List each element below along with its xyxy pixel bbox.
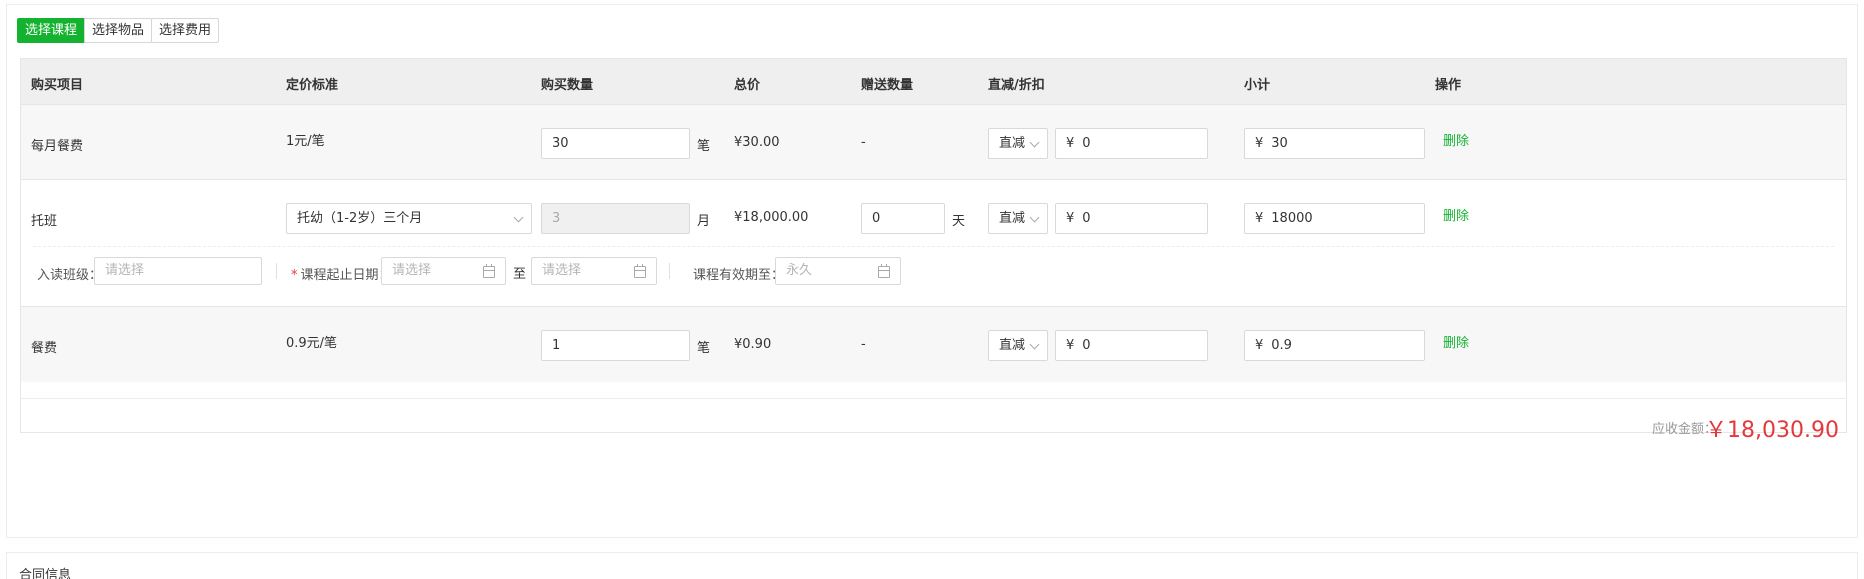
row-total: ¥18,000.00 — [734, 210, 809, 225]
quantity-input[interactable]: 30 — [541, 128, 690, 159]
delete-link[interactable]: 删除 — [1443, 130, 1469, 149]
select-course-button[interactable]: 选择课程 — [17, 18, 86, 43]
chevron-down-icon — [1029, 137, 1040, 148]
header-action: 操作 — [1435, 78, 1462, 93]
quantity-unit: 笔 — [697, 139, 711, 154]
row-divider — [33, 246, 1834, 247]
end-date-input[interactable]: 请选择 — [531, 257, 657, 285]
row-total: ¥30.00 — [734, 135, 780, 150]
start-date-input[interactable]: 请选择 — [381, 257, 506, 285]
summary-divider — [20, 398, 1847, 399]
discount-value-input[interactable]: ¥0 — [1055, 330, 1208, 361]
row-item-name: 每月餐费 — [31, 139, 84, 154]
date-range-label: * 课程起止日期： — [291, 268, 392, 283]
row-gift: - — [861, 337, 866, 352]
calendar-icon — [634, 264, 646, 278]
price-standard-select[interactable]: 托幼（1-2岁）三个月 — [286, 203, 532, 234]
gift-quantity-input[interactable]: 0 — [861, 203, 945, 234]
calendar-icon — [878, 264, 890, 278]
subtotal-input[interactable]: ¥18000 — [1244, 203, 1425, 234]
class-label: 入读班级： — [37, 268, 103, 283]
valid-until-label: 课程有效期至： — [693, 268, 785, 283]
chevron-down-icon — [513, 212, 524, 223]
discount-type-select[interactable]: 直减 — [988, 128, 1048, 159]
chevron-down-icon — [1029, 212, 1040, 223]
table-header: 购买项目 定价标准 购买数量 总价 赠送数量 直减/折扣 小计 操作 — [21, 59, 1846, 105]
table-row: 餐费 0.9元/笔 1 笔 ¥0.90 - 直减 ¥0 ¥0.9 删除 — [21, 307, 1846, 382]
header-discount: 直减/折扣 — [988, 78, 1045, 93]
select-item-button[interactable]: 选择物品 — [84, 18, 153, 43]
discount-value-input[interactable]: ¥0 — [1055, 203, 1208, 234]
delete-link[interactable]: 删除 — [1443, 205, 1469, 224]
select-fee-button[interactable]: 选择费用 — [151, 18, 220, 43]
gift-unit: 天 — [952, 214, 966, 229]
header-gift: 赠送数量 — [861, 78, 914, 93]
total-amount: ￥18,030.90 — [1705, 418, 1839, 443]
quantity-input: 3 — [541, 203, 690, 234]
header-quantity: 购买数量 — [541, 78, 594, 93]
row-item-name: 餐费 — [31, 341, 58, 356]
header-price-standard: 定价标准 — [286, 78, 339, 93]
discount-type-select[interactable]: 直减 — [988, 330, 1048, 361]
contract-title: 合同信息 — [19, 568, 72, 579]
subtotal-input[interactable]: ¥0.9 — [1244, 330, 1425, 361]
class-select[interactable]: 请选择 — [94, 257, 262, 285]
row-price-standard: 0.9元/笔 — [286, 336, 338, 351]
header-total: 总价 — [734, 78, 761, 93]
discount-type-select[interactable]: 直减 — [988, 203, 1048, 234]
header-item: 购买项目 — [31, 78, 84, 93]
header-subtotal: 小计 — [1244, 78, 1271, 93]
subtotal-input[interactable]: ¥30 — [1244, 128, 1425, 159]
purchase-panel: 选择课程 选择物品 选择费用 购买项目 定价标准 购买数量 总价 赠送数量 直减… — [6, 4, 1858, 538]
row-item-name: 托班 — [31, 214, 58, 229]
delete-link[interactable]: 删除 — [1443, 332, 1469, 351]
quantity-unit: 月 — [697, 214, 711, 229]
to-label: 至 — [513, 267, 527, 282]
separator — [669, 263, 670, 279]
contract-panel: 合同信息 — [6, 552, 1858, 579]
purchase-table: 购买项目 定价标准 购买数量 总价 赠送数量 直减/折扣 小计 操作 每月餐费 … — [20, 58, 1847, 433]
row-price-standard: 1元/笔 — [286, 134, 325, 149]
row-gift: - — [861, 135, 866, 150]
chevron-down-icon — [1029, 339, 1040, 350]
table-row: 托班 托幼（1-2岁）三个月 3 月 ¥18,000.00 0 天 直减 ¥0 … — [21, 180, 1846, 307]
row-total: ¥0.90 — [734, 337, 772, 352]
quantity-unit: 笔 — [697, 341, 711, 356]
discount-value-input[interactable]: ¥0 — [1055, 128, 1208, 159]
course-extra-row: 入读班级： 请选择 * 课程起止日期： 请选择 至 请选择 课程有效期至： 永久 — [21, 257, 1846, 287]
table-row: 每月餐费 1元/笔 30 笔 ¥30.00 - 直减 ¥0 ¥30 删除 — [21, 105, 1846, 180]
quantity-input[interactable]: 1 — [541, 330, 690, 361]
separator — [276, 263, 277, 279]
calendar-icon — [483, 264, 495, 278]
valid-until-input[interactable]: 永久 — [775, 257, 901, 285]
